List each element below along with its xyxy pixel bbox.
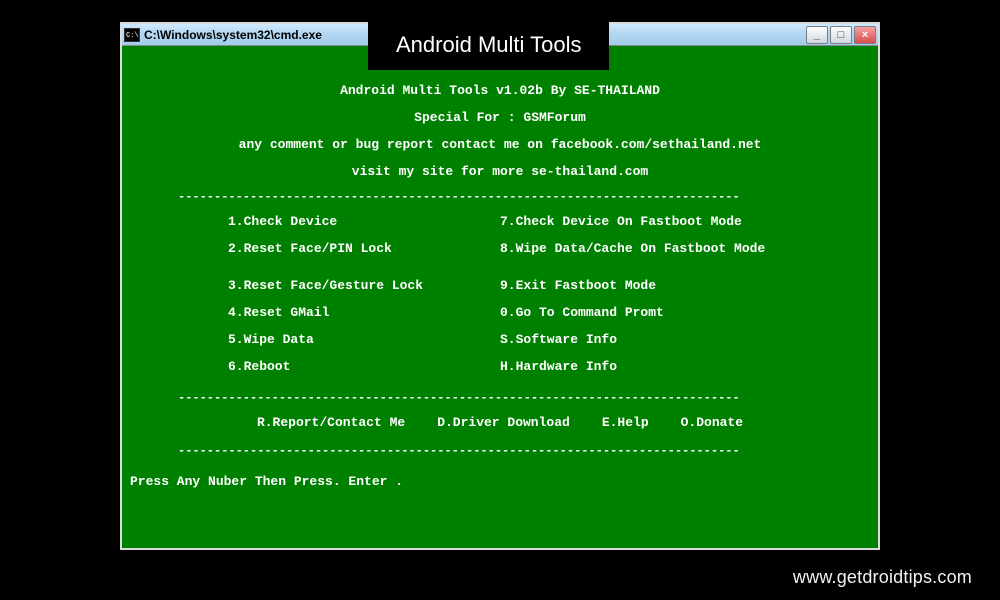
header-block: Android Multi Tools v1.02b By SE-THAILAN… (128, 82, 872, 181)
spacer (128, 263, 500, 273)
menu-item: 9.Exit Fastboot Mode (500, 273, 872, 300)
minimize-icon: _ (814, 29, 820, 41)
maximize-button[interactable]: □ (830, 26, 852, 44)
watermark: www.getdroidtips.com (793, 567, 972, 588)
menu-item: 1.Check Device (128, 209, 500, 236)
menu-item: 5.Wipe Data (128, 327, 500, 354)
separator-mid: ----------------------------------------… (128, 390, 872, 404)
cmd-icon (124, 28, 140, 42)
footer-item: O.Donate (681, 414, 743, 433)
footer-item: D.Driver Download (437, 414, 570, 433)
menu-col-right: 7.Check Device On Fastboot Mode 8.Wipe D… (500, 209, 872, 380)
footer-item: E.Help (602, 414, 649, 433)
menu-col-left: 1.Check Device 2.Reset Face/PIN Lock 3.R… (128, 209, 500, 380)
input-prompt[interactable]: Press Any Nuber Then Press. Enter . (130, 473, 403, 492)
overlay-title-text: Android Multi Tools (396, 32, 581, 57)
separator-bottom: ----------------------------------------… (128, 443, 872, 457)
menu-item: 6.Reboot (128, 354, 500, 381)
separator-top: ----------------------------------------… (128, 189, 872, 203)
window-buttons: _ □ × (806, 26, 876, 44)
menu-item: S.Software Info (500, 327, 872, 354)
menu-item: 0.Go To Command Promt (500, 300, 872, 327)
maximize-icon: □ (838, 29, 845, 41)
menu-item: 2.Reset Face/PIN Lock (128, 236, 500, 263)
header-line-3: any comment or bug report contact me on … (128, 136, 872, 155)
menu-columns: 1.Check Device 2.Reset Face/PIN Lock 3.R… (128, 203, 872, 380)
menu-item: 8.Wipe Data/Cache On Fastboot Mode (500, 236, 872, 263)
overlay-title-badge: Android Multi Tools (368, 20, 609, 70)
header-line-4: visit my site for more se-thailand.com (128, 163, 872, 182)
close-button[interactable]: × (854, 26, 876, 44)
header-line-1: Android Multi Tools v1.02b By SE-THAILAN… (128, 82, 872, 101)
menu-item: 7.Check Device On Fastboot Mode (500, 209, 872, 236)
spacer (500, 263, 872, 273)
cmd-window: C:\Windows\system32\cmd.exe _ □ × Androi… (120, 22, 880, 550)
minimize-button[interactable]: _ (806, 26, 828, 44)
menu-item: 3.Reset Face/Gesture Lock (128, 273, 500, 300)
header-line-2: Special For : GSMForum (128, 109, 872, 128)
footer-row: R.Report/Contact Me D.Driver Download E.… (128, 404, 872, 437)
terminal-body[interactable]: Android Multi Tools v1.02b By SE-THAILAN… (122, 46, 878, 548)
footer-item: R.Report/Contact Me (257, 414, 405, 433)
close-icon: × (862, 29, 868, 41)
menu-item: 4.Reset GMail (128, 300, 500, 327)
menu-item: H.Hardware Info (500, 354, 872, 381)
